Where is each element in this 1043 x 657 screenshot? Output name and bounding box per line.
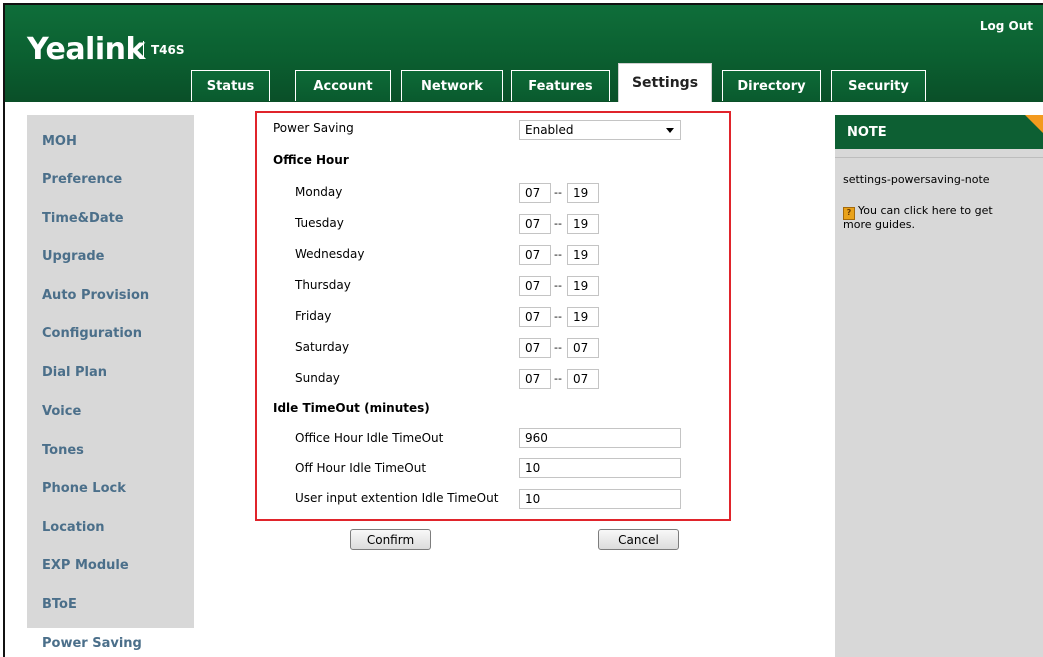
monday-start-input[interactable]: 07 xyxy=(519,183,551,203)
tab-account[interactable]: Account xyxy=(295,70,391,101)
tab-network[interactable]: Network xyxy=(401,70,503,101)
tab-security[interactable]: Security xyxy=(831,70,926,101)
idle-timeout-heading: Idle TimeOut (minutes) xyxy=(273,401,430,415)
office-hour-idle-input[interactable]: 960 xyxy=(519,428,681,448)
sidebar-item-dial-plan[interactable]: Dial Plan xyxy=(42,365,107,380)
note-panel: NOTE settings-powersaving-note ? You can … xyxy=(835,115,1043,657)
sidebar-item-auto-provision[interactable]: Auto Provision xyxy=(42,288,149,303)
logout-link[interactable]: Log Out xyxy=(980,19,1033,33)
sidebar-item-voice[interactable]: Voice xyxy=(42,404,81,419)
guide-link-line1: You can click here to get xyxy=(858,204,993,217)
monday-end-input[interactable]: 19 xyxy=(567,183,599,203)
chevron-down-icon xyxy=(666,128,674,133)
sidebar-item-btoe[interactable]: BToE xyxy=(42,597,77,612)
cancel-button[interactable]: Cancel xyxy=(598,529,679,550)
header-bar: Yealink T46S Log Out Status Account Netw… xyxy=(5,5,1043,102)
range-separator: -- xyxy=(554,279,562,292)
sunday-start-input[interactable]: 07 xyxy=(519,369,551,389)
day-label-thursday: Thursday xyxy=(295,278,351,292)
range-separator: -- xyxy=(554,310,562,323)
guide-link-line2[interactable]: more guides. xyxy=(843,218,915,231)
brand-logo: Yealink xyxy=(27,32,145,67)
sidebar-item-location[interactable]: Location xyxy=(42,520,105,535)
range-separator: -- xyxy=(554,186,562,199)
sidebar-item-tones[interactable]: Tones xyxy=(42,443,84,458)
day-label-monday: Monday xyxy=(295,185,343,199)
tab-settings[interactable]: Settings xyxy=(618,63,712,102)
saturday-end-input[interactable]: 07 xyxy=(567,338,599,358)
sidebar-item-phone-lock[interactable]: Phone Lock xyxy=(42,481,126,496)
range-separator: -- xyxy=(554,372,562,385)
range-separator: -- xyxy=(554,248,562,261)
wednesday-end-input[interactable]: 19 xyxy=(567,245,599,265)
sidebar-item-moh[interactable]: MOH xyxy=(42,134,77,149)
sidebar-item-upgrade[interactable]: Upgrade xyxy=(42,249,104,264)
sidebar-item-exp-module[interactable]: EXP Module xyxy=(42,558,129,573)
power-saving-select-value: Enabled xyxy=(525,123,574,137)
range-separator: -- xyxy=(554,341,562,354)
off-hour-idle-label: Off Hour Idle TimeOut xyxy=(295,461,427,475)
saturday-start-input[interactable]: 07 xyxy=(519,338,551,358)
model-label: T46S xyxy=(143,41,185,59)
power-saving-label: Power Saving xyxy=(273,121,354,135)
user-input-idle-input[interactable]: 10 xyxy=(519,489,681,509)
confirm-button[interactable]: Confirm xyxy=(350,529,431,550)
note-text: settings-powersaving-note xyxy=(843,173,990,186)
friday-end-input[interactable]: 19 xyxy=(567,307,599,327)
sidebar: MOH Preference Time&Date Upgrade Auto Pr… xyxy=(27,115,196,657)
day-label-wednesday: Wednesday xyxy=(295,247,365,261)
page-frame: Yealink T46S Log Out Status Account Netw… xyxy=(3,3,1043,657)
note-title: NOTE xyxy=(835,115,1043,149)
office-hour-idle-label: Office Hour Idle TimeOut xyxy=(295,431,444,445)
day-label-tuesday: Tuesday xyxy=(295,216,344,230)
tab-directory[interactable]: Directory xyxy=(722,70,821,101)
day-label-friday: Friday xyxy=(295,309,332,323)
sidebar-item-preference[interactable]: Preference xyxy=(42,172,122,187)
friday-start-input[interactable]: 07 xyxy=(519,307,551,327)
sidebar-item-time-date[interactable]: Time&Date xyxy=(42,211,124,226)
wednesday-start-input[interactable]: 07 xyxy=(519,245,551,265)
day-label-saturday: Saturday xyxy=(295,340,350,354)
tab-status[interactable]: Status xyxy=(191,70,270,101)
range-separator: -- xyxy=(554,217,562,230)
tuesday-start-input[interactable]: 07 xyxy=(519,214,551,234)
office-hour-heading: Office Hour xyxy=(273,153,349,167)
sunday-end-input[interactable]: 07 xyxy=(567,369,599,389)
power-saving-select[interactable]: Enabled xyxy=(519,120,681,140)
tuesday-end-input[interactable]: 19 xyxy=(567,214,599,234)
corner-flag-icon xyxy=(1025,115,1043,133)
sidebar-item-power-saving[interactable]: Power Saving xyxy=(27,628,196,657)
sidebar-item-configuration[interactable]: Configuration xyxy=(42,326,142,341)
day-label-sunday: Sunday xyxy=(295,371,340,385)
user-input-idle-label: User input extention Idle TimeOut xyxy=(295,491,499,505)
tab-features[interactable]: Features xyxy=(511,70,610,101)
thursday-end-input[interactable]: 19 xyxy=(567,276,599,296)
off-hour-idle-input[interactable]: 10 xyxy=(519,458,681,478)
thursday-start-input[interactable]: 07 xyxy=(519,276,551,296)
divider xyxy=(835,157,1043,158)
